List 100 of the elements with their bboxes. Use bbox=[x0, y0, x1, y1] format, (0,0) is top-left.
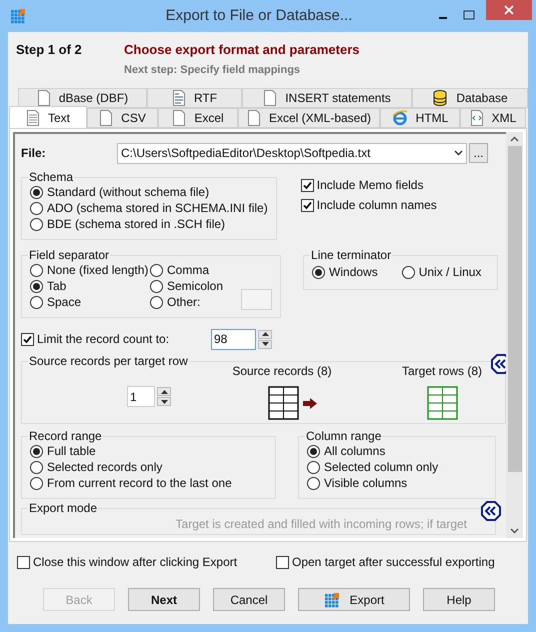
radio-label: All columns bbox=[324, 443, 386, 460]
group-title: Column range bbox=[305, 429, 382, 443]
check-icon bbox=[302, 180, 313, 190]
radio-label: Space bbox=[47, 294, 82, 311]
radio-label: Semicolon bbox=[167, 278, 224, 295]
radio-button[interactable] bbox=[30, 444, 43, 458]
radio-label: BDE (schema stored in .SCH file) bbox=[47, 216, 226, 233]
group-title: Field separator bbox=[28, 248, 110, 262]
radio-label: ADO (schema stored in SCHEMA.INI file) bbox=[47, 200, 268, 217]
checkbox[interactable] bbox=[276, 556, 289, 568]
radio-label: Tab bbox=[47, 278, 66, 295]
format-tab[interactable]: dBase (DBF) bbox=[18, 88, 147, 108]
radio-button[interactable] bbox=[30, 202, 43, 214]
radio-label: Visible columns bbox=[324, 475, 408, 492]
dialog-button[interactable]: Next bbox=[128, 588, 200, 611]
close-icon bbox=[504, 5, 514, 15]
document-icon bbox=[36, 90, 51, 106]
document-icon bbox=[263, 90, 278, 106]
checkbox[interactable] bbox=[300, 198, 314, 212]
format-tab[interactable]: Excel (XML-based) bbox=[238, 108, 380, 128]
group-title: Source records per target row bbox=[28, 354, 189, 368]
dropdown-icon bbox=[454, 150, 463, 156]
file-label: File: bbox=[21, 145, 47, 162]
radio-label: Other: bbox=[167, 294, 200, 311]
format-tab[interactable]: INSERT statements bbox=[242, 88, 412, 108]
other-separator-field[interactable] bbox=[241, 289, 272, 310]
checkbox[interactable] bbox=[300, 178, 314, 192]
target-grid-icon bbox=[426, 386, 458, 420]
spin-buttons[interactable] bbox=[157, 387, 171, 406]
document-icon bbox=[172, 110, 186, 126]
radio-label: None (fixed length) bbox=[47, 262, 148, 279]
step-title: Choose export format and parameters bbox=[124, 41, 360, 59]
group-title: Line terminator bbox=[310, 248, 392, 262]
radio-label: Selected column only bbox=[324, 459, 438, 476]
group-title: Export mode bbox=[28, 501, 98, 515]
export-mode-description: Target is created and filled with incoming rows; if target bbox=[174, 516, 468, 533]
collapse-icon[interactable] bbox=[491, 354, 506, 374]
record-count-field[interactable]: 98 bbox=[211, 328, 256, 350]
radio-button[interactable] bbox=[30, 264, 43, 276]
dialog-button[interactable]: Cancel bbox=[213, 588, 285, 611]
step-label: Step 1 of 2 bbox=[16, 41, 83, 59]
dialog-button[interactable]: Export bbox=[298, 588, 410, 611]
next-step-note: Next step: Specify field mappings bbox=[124, 62, 302, 78]
radio-button[interactable] bbox=[307, 476, 320, 490]
browser-icon bbox=[392, 110, 408, 126]
target-rows-label: Target rows (8) bbox=[402, 363, 482, 380]
format-tab[interactable]: Database bbox=[412, 88, 528, 108]
checkbox-label: Include Memo fields bbox=[316, 177, 424, 194]
radio-button[interactable] bbox=[150, 280, 163, 292]
browse-button[interactable]: ... bbox=[469, 143, 488, 163]
radio-button[interactable] bbox=[30, 280, 43, 292]
radio-label: Standard (without schema file) bbox=[47, 184, 210, 201]
records-per-row-field[interactable]: 1 bbox=[127, 386, 155, 407]
checkbox[interactable] bbox=[21, 332, 34, 346]
format-tab[interactable]: XML bbox=[460, 108, 526, 128]
source-records-label: Source records (8) bbox=[232, 363, 332, 380]
group-title: Schema bbox=[28, 170, 74, 184]
check-icon bbox=[22, 334, 33, 344]
window-title: Export to File or Database... bbox=[164, 6, 354, 26]
check-icon bbox=[302, 200, 313, 210]
spin-buttons[interactable] bbox=[258, 330, 272, 348]
checkbox-label: Open target after successful exporting bbox=[292, 554, 495, 571]
document-icon bbox=[246, 110, 261, 126]
dialog-button[interactable]: Help bbox=[423, 588, 495, 611]
checkbox[interactable] bbox=[17, 556, 30, 568]
radio-button[interactable] bbox=[30, 186, 43, 198]
radio-button[interactable] bbox=[30, 476, 43, 490]
radio-label: Selected records only bbox=[47, 459, 162, 476]
radio-button[interactable] bbox=[30, 218, 43, 230]
radio-button[interactable] bbox=[307, 460, 320, 474]
checkbox-label: Close this window after clicking Export bbox=[33, 554, 238, 571]
scrollbar[interactable] bbox=[506, 132, 523, 538]
format-tab[interactable]: RTF bbox=[147, 88, 242, 108]
text-document-icon bbox=[26, 110, 40, 126]
source-grid-icon bbox=[268, 386, 298, 420]
checkbox-label: Limit the record count to: bbox=[37, 331, 170, 348]
close-button[interactable] bbox=[486, 0, 532, 20]
format-tab[interactable]: HTML bbox=[380, 108, 460, 128]
radio-button[interactable] bbox=[30, 296, 43, 308]
scroll-thumb[interactable] bbox=[508, 146, 522, 472]
format-tab[interactable]: CSV bbox=[87, 108, 158, 128]
document-icon bbox=[99, 110, 114, 126]
radio-button[interactable] bbox=[307, 444, 320, 458]
radio-button[interactable] bbox=[312, 266, 326, 278]
database-icon bbox=[432, 90, 448, 106]
radio-button[interactable] bbox=[150, 296, 163, 308]
file-path-combobox[interactable]: C:\Users\SoftpediaEditor\Desktop\Softpedia.txt bbox=[117, 142, 467, 164]
radio-button[interactable] bbox=[30, 460, 43, 474]
xml-document-icon bbox=[470, 110, 484, 126]
radio-button[interactable] bbox=[150, 264, 163, 276]
format-tab[interactable]: Excel bbox=[158, 108, 238, 128]
app-icon bbox=[10, 8, 26, 24]
radio-button[interactable] bbox=[402, 266, 415, 278]
formatted-document-icon bbox=[172, 90, 186, 106]
radio-label: Windows bbox=[329, 264, 378, 281]
arrow-icon bbox=[302, 398, 316, 408]
collapse-icon[interactable] bbox=[481, 501, 501, 521]
group-title: Record range bbox=[28, 429, 103, 443]
radio-label: Comma bbox=[167, 262, 210, 279]
checkbox-label: Include column names bbox=[316, 197, 437, 214]
